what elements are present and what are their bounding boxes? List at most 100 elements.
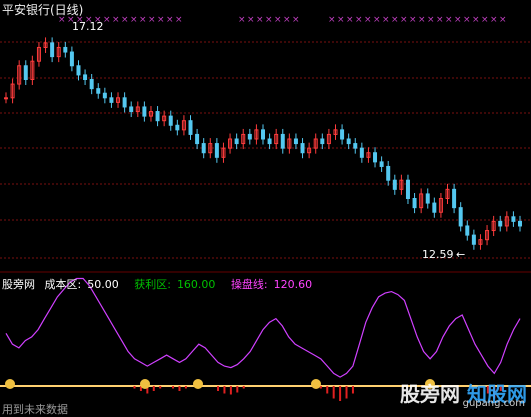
candle-body bbox=[195, 133, 200, 145]
candle-body bbox=[168, 115, 173, 126]
watermark-text: 股旁网 bbox=[400, 382, 461, 406]
top-mark: × bbox=[265, 15, 273, 25]
marker-dot bbox=[193, 379, 203, 389]
top-mark: × bbox=[454, 15, 462, 25]
candle-body bbox=[405, 179, 410, 199]
top-mark: × bbox=[175, 15, 183, 25]
profit-label: 获利区: bbox=[134, 278, 171, 291]
candle-body bbox=[353, 143, 358, 149]
cost-value: 50.00 bbox=[87, 278, 119, 291]
candle-body bbox=[386, 165, 391, 181]
candle-body bbox=[392, 179, 397, 190]
watermark-url: gupang.com bbox=[462, 398, 525, 409]
top-mark: × bbox=[355, 15, 363, 25]
top-mark: × bbox=[436, 15, 444, 25]
candle-body bbox=[122, 97, 127, 108]
candle-body bbox=[452, 188, 457, 209]
page-title: 平安银行(日线) bbox=[2, 3, 84, 17]
top-mark: × bbox=[346, 15, 354, 25]
top-mark: × bbox=[121, 15, 129, 25]
indicator-line bbox=[5, 277, 521, 378]
top-mark: × bbox=[364, 15, 372, 25]
candle-body bbox=[293, 138, 298, 145]
candle-body bbox=[320, 138, 325, 145]
candle-body bbox=[412, 198, 417, 209]
marker-dot bbox=[311, 379, 321, 389]
candle-body bbox=[340, 129, 345, 140]
top-mark: × bbox=[391, 15, 399, 25]
top-mark: × bbox=[481, 15, 489, 25]
top-mark: × bbox=[373, 15, 381, 25]
top-mark: × bbox=[409, 15, 417, 25]
candle-body bbox=[63, 46, 68, 53]
top-mark: × bbox=[328, 15, 336, 25]
candle-body bbox=[432, 202, 437, 213]
candle-body bbox=[23, 65, 28, 81]
indicator-legend: 股旁网 成本区: 50.00 获利区: 160.00 操盘线: 120.60 bbox=[2, 276, 324, 292]
candle-body bbox=[4, 97, 8, 100]
kline-chart: × × × × × × × × × × × × × × × × × × × × × × × × × × × × × × × × × × × × × × × ×… bbox=[0, 15, 531, 401]
top-mark: × bbox=[445, 15, 453, 25]
footnote: 用到未来数据 bbox=[2, 403, 68, 416]
candle-body bbox=[425, 193, 430, 204]
top-mark: × bbox=[247, 15, 255, 25]
top-mark: × bbox=[499, 15, 507, 25]
top-mark: × bbox=[139, 15, 147, 25]
control-value: 120.60 bbox=[273, 278, 313, 291]
candle-body bbox=[458, 207, 463, 227]
candle-body bbox=[83, 74, 88, 81]
candle-body bbox=[155, 111, 160, 122]
candle-body bbox=[89, 79, 94, 90]
profit-value: 160.00 bbox=[176, 278, 216, 291]
low-arrow: ← bbox=[456, 248, 466, 261]
candle-body bbox=[109, 97, 114, 103]
candle-body bbox=[498, 220, 503, 227]
top-mark: × bbox=[274, 15, 282, 25]
candle-body bbox=[50, 42, 55, 58]
candle-body bbox=[518, 220, 522, 227]
top-mark: × bbox=[130, 15, 138, 25]
top-mark: × bbox=[148, 15, 156, 25]
top-mark: × bbox=[112, 15, 120, 25]
candle-body bbox=[511, 216, 516, 222]
candle-body bbox=[280, 133, 285, 149]
marker-dot bbox=[5, 379, 15, 389]
candle-body bbox=[247, 133, 252, 140]
candle-body bbox=[102, 92, 107, 99]
top-mark: × bbox=[490, 15, 498, 25]
candle-body bbox=[188, 120, 193, 135]
top-mark: × bbox=[283, 15, 291, 25]
top-mark: × bbox=[157, 15, 165, 25]
candle-body bbox=[300, 143, 305, 154]
candle-body bbox=[129, 106, 134, 113]
indicator-name: 股旁网 bbox=[2, 278, 35, 291]
cost-label: 成本区: bbox=[44, 278, 82, 291]
top-mark: × bbox=[427, 15, 435, 25]
candle-body bbox=[96, 88, 101, 94]
candle-body bbox=[471, 234, 476, 245]
marker-dot bbox=[140, 379, 150, 389]
candle-body bbox=[214, 143, 219, 158]
top-mark: × bbox=[463, 15, 471, 25]
candle-body bbox=[379, 161, 384, 167]
low-price-label: 12.59 bbox=[422, 248, 454, 261]
candle-body bbox=[267, 138, 272, 145]
candle-body bbox=[201, 143, 206, 154]
top-mark: × bbox=[292, 15, 300, 25]
candle-body bbox=[76, 65, 81, 76]
candle-body bbox=[373, 152, 378, 163]
top-mark: × bbox=[418, 15, 426, 25]
candle-body bbox=[465, 225, 470, 236]
candle-body bbox=[142, 106, 147, 117]
top-mark: × bbox=[238, 15, 246, 25]
high-price-label: 17.12 bbox=[72, 20, 104, 33]
control-label: 操盘线: bbox=[230, 278, 268, 291]
candle-body bbox=[359, 147, 364, 158]
top-mark: × bbox=[337, 15, 345, 25]
candle-body bbox=[346, 138, 351, 145]
candle-body bbox=[234, 138, 239, 145]
candle-body bbox=[175, 124, 180, 131]
top-mark: × bbox=[382, 15, 390, 25]
top-mark: × bbox=[400, 15, 408, 25]
top-mark: × bbox=[103, 15, 111, 25]
